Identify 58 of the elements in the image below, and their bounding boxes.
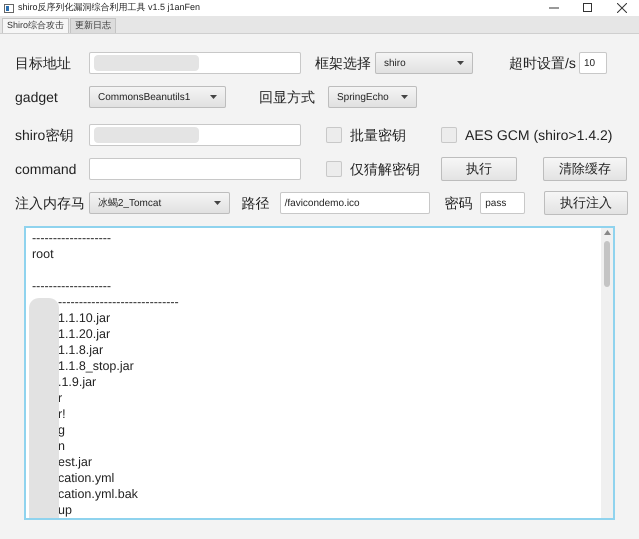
output-line: .1.9.jar bbox=[57, 374, 98, 390]
field-label: command bbox=[15, 160, 78, 178]
action-button[interactable]: 执行注入 bbox=[544, 191, 628, 215]
output-line: 1.1.8.jar bbox=[57, 342, 104, 358]
checkbox-label: AES GCM (shiro>1.4.2) bbox=[465, 126, 612, 145]
checkbox[interactable] bbox=[326, 127, 342, 143]
output-line: up bbox=[57, 502, 73, 518]
field-label: 注入内存马 bbox=[15, 194, 86, 212]
caret-icon bbox=[210, 95, 217, 99]
dropdown[interactable]: CommonsBeanutils1 bbox=[89, 86, 226, 108]
input-field[interactable]: 10 bbox=[579, 52, 607, 74]
checkbox-label: 批量密钥 bbox=[350, 126, 406, 144]
maximize-icon[interactable] bbox=[583, 3, 593, 13]
caret-icon bbox=[457, 61, 464, 65]
output-line: ----------------------------- bbox=[57, 294, 180, 310]
output-line: ------------------- bbox=[32, 278, 112, 294]
checkbox[interactable] bbox=[441, 127, 457, 143]
output-line: 1.1.8_stop.jar bbox=[57, 358, 135, 374]
app-icon bbox=[4, 4, 14, 12]
scroll-up-icon[interactable] bbox=[604, 230, 610, 235]
output-line: root bbox=[32, 246, 55, 262]
checkbox[interactable] bbox=[326, 161, 342, 177]
output-line: ------------------- bbox=[32, 230, 112, 246]
field-label: 目标地址 bbox=[15, 54, 72, 72]
caret-icon bbox=[401, 95, 408, 99]
action-button[interactable]: 清除缓存 bbox=[543, 157, 627, 181]
action-button[interactable]: 执行 bbox=[441, 157, 517, 181]
field-label: 回显方式 bbox=[259, 88, 316, 106]
field-label: shiro密钥 bbox=[15, 126, 74, 144]
field-label: 超时设置/s bbox=[509, 54, 577, 72]
dropdown[interactable]: 冰蝎2_Tomcat bbox=[88, 192, 230, 214]
field-label: gadget bbox=[15, 88, 59, 107]
dropdown[interactable]: shiro bbox=[375, 52, 473, 74]
input-field[interactable] bbox=[89, 52, 301, 74]
input-field[interactable]: /favicondemo.ico bbox=[280, 192, 430, 214]
output-line: r! bbox=[57, 406, 67, 422]
output-line: cation.yml bbox=[57, 470, 116, 486]
input-field[interactable] bbox=[89, 124, 301, 146]
tab[interactable]: Shiro综合攻击 bbox=[2, 18, 70, 33]
close-icon[interactable] bbox=[617, 3, 627, 13]
input-field[interactable]: pass bbox=[480, 192, 526, 214]
input-field[interactable] bbox=[89, 158, 301, 180]
window-title: shiro反序列化漏洞综合利用工具 v1.5 j1anFen bbox=[18, 1, 202, 14]
field-label: 框架选择 bbox=[315, 54, 372, 72]
checkbox-label: 仅猜解密钥 bbox=[350, 160, 420, 178]
tab[interactable]: 更新日志 bbox=[70, 18, 116, 33]
dropdown[interactable]: SpringEcho bbox=[328, 86, 417, 108]
field-label: 路径 bbox=[242, 194, 271, 212]
field-label: 密码 bbox=[444, 194, 474, 212]
output-line: 1.1.20.jar bbox=[57, 326, 112, 342]
scrollbar[interactable] bbox=[601, 228, 613, 518]
caret-icon bbox=[214, 201, 221, 205]
output-line: 1.1.10.jar bbox=[57, 310, 112, 326]
output-line: est.jar bbox=[57, 454, 94, 470]
output-line: n bbox=[57, 438, 66, 454]
scrollbar-thumb[interactable] bbox=[604, 241, 610, 287]
output-line: cation.yml.bak bbox=[57, 486, 139, 502]
output-line: r bbox=[57, 390, 64, 406]
